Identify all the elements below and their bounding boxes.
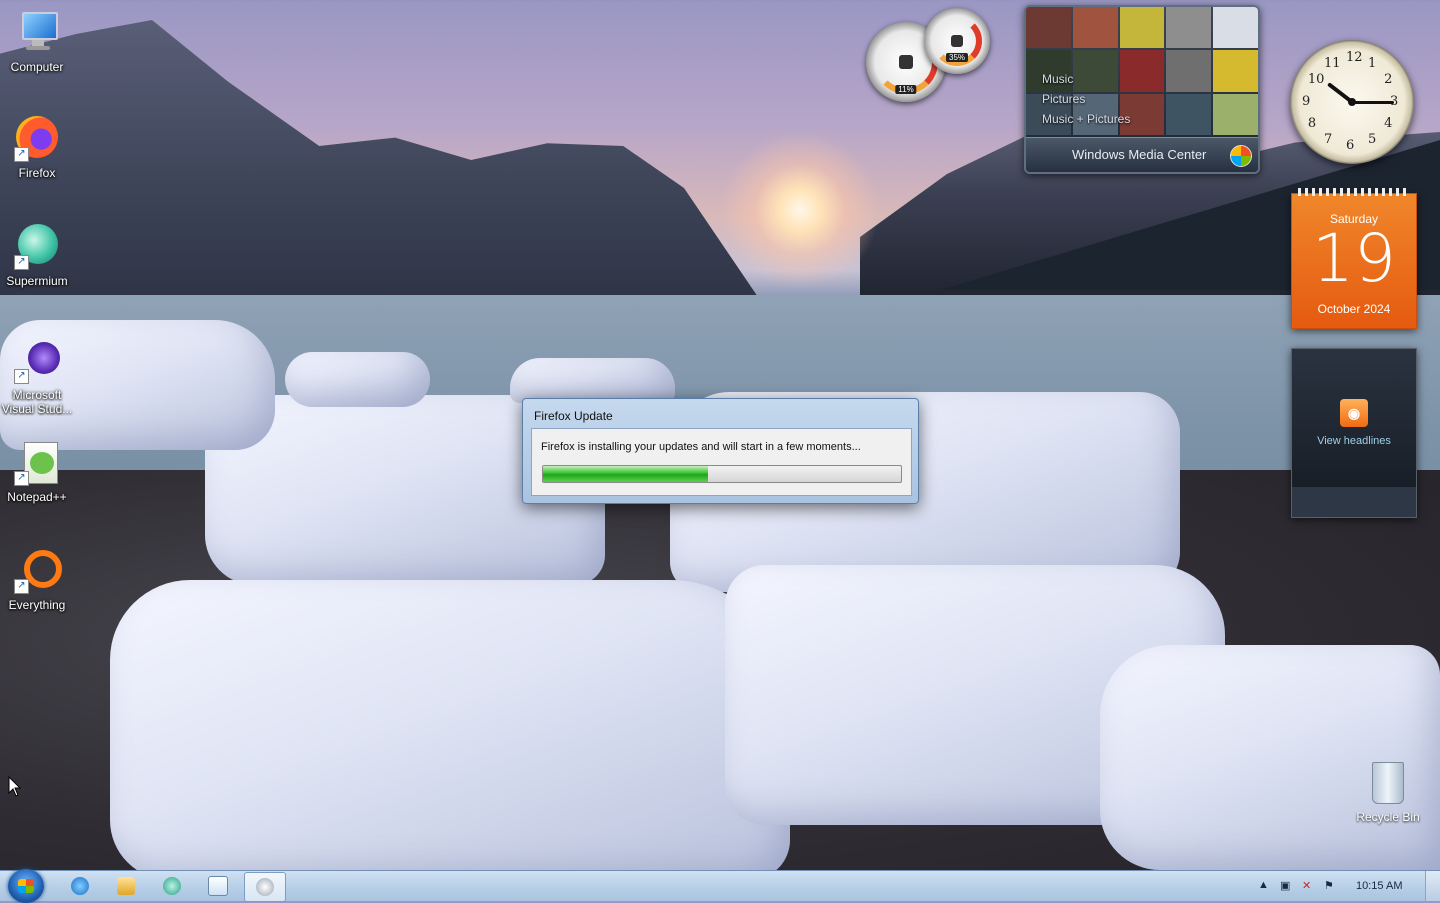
volume-muted-icon[interactable]: ✕ <box>1302 879 1311 892</box>
clock-number: 4 <box>1384 116 1393 131</box>
taskbar-firefox-updater[interactable] <box>244 872 286 902</box>
firefox-updater-icon <box>256 878 274 896</box>
windows-logo-icon <box>1230 145 1252 167</box>
everything-icon: ↗ <box>14 548 62 594</box>
notepad-plus-plus-icon: ↗ <box>14 440 60 486</box>
windows-explorer-icon <box>117 877 135 895</box>
mouse-cursor-icon <box>8 776 22 797</box>
media-center-title-bar[interactable]: Windows Media Center <box>1026 137 1258 172</box>
system-tray: ▲ ▣ ✕ ⚑ 10:15 AM <box>1250 871 1440 901</box>
taskbar-notepad[interactable] <box>198 872 238 900</box>
desktop-icon-label: Recycle Bin <box>1356 810 1420 824</box>
desktop-icon-everything[interactable]: ↗ Everything <box>0 548 77 612</box>
internet-explorer-icon <box>71 877 89 895</box>
feed-headlines-gadget[interactable]: ◉ View headlines <box>1291 348 1417 518</box>
dialog-title: Firefox Update <box>534 409 613 423</box>
desktop-icon-label: Firefox <box>18 166 56 180</box>
start-button[interactable] <box>8 869 44 903</box>
action-center-flag-icon[interactable]: ⚑ <box>1324 879 1334 892</box>
clock-gadget[interactable]: 12 1 2 3 4 5 6 7 8 9 10 11 <box>1290 40 1414 164</box>
taskbar-internet-explorer[interactable] <box>60 872 100 900</box>
clock-number: 10 <box>1307 72 1325 87</box>
calendar-day: 19 <box>1312 220 1396 297</box>
calendar-gadget[interactable]: Saturday 19 October 2024 <box>1291 188 1417 329</box>
desktop-icon-label: Everything <box>8 598 66 612</box>
clock-number: 12 <box>1346 50 1363 65</box>
desktop-icon-label: Notepad++ <box>7 490 67 504</box>
clock-number: 7 <box>1324 132 1333 148</box>
taskbar-clock[interactable]: 10:15 AM <box>1356 880 1402 892</box>
shortcut-arrow-icon: ↗ <box>14 579 29 594</box>
menu-item-music[interactable]: Music <box>1042 69 1130 89</box>
show-hidden-icons-icon[interactable]: ▲ <box>1258 879 1269 891</box>
clock-hub <box>1348 98 1356 106</box>
media-center-menu: Music Pictures Music + Pictures <box>1042 69 1130 129</box>
view-headlines-link[interactable]: View headlines <box>1292 435 1416 447</box>
supermium-icon <box>163 877 181 895</box>
desktop-icon-supermium[interactable]: ↗ Supermium <box>0 224 77 288</box>
desktop-icon-label: Computer <box>10 60 64 74</box>
shortcut-arrow-icon: ↗ <box>14 471 29 486</box>
cpu-icon <box>899 55 913 69</box>
clock-number: 9 <box>1302 94 1311 109</box>
windows-logo-icon <box>18 879 34 893</box>
shortcut-arrow-icon: ↗ <box>14 369 29 384</box>
desktop-icon-label: Microsoft Visual Stud... <box>1 388 73 416</box>
wallpaper-ice <box>110 580 790 880</box>
network-icon[interactable]: ▣ <box>1280 879 1290 892</box>
show-desktop-button[interactable] <box>1425 871 1440 901</box>
notepad-icon <box>208 876 228 896</box>
taskbar: ▲ ▣ ✕ ⚑ 10:15 AM <box>0 869 1440 903</box>
wallpaper-ice <box>285 352 430 407</box>
computer-icon <box>14 10 60 56</box>
memory-gauge: 35% <box>924 8 990 74</box>
clock-minute-hand <box>1352 100 1394 104</box>
taskbar-supermium[interactable] <box>152 872 192 900</box>
desktop-icon-notepad-plus-plus[interactable]: ↗ Notepad++ <box>0 440 77 504</box>
media-center-gadget[interactable]: Music Pictures Music + Pictures Windows … <box>1024 5 1260 174</box>
taskbar-windows-explorer[interactable] <box>106 872 146 900</box>
memory-icon <box>951 35 963 47</box>
menu-item-music-pictures[interactable]: Music + Pictures <box>1042 109 1130 129</box>
desktop-icon-firefox[interactable]: ↗ Firefox <box>0 116 77 180</box>
shortcut-arrow-icon: ↗ <box>14 147 29 162</box>
wallpaper-ice <box>1100 645 1440 870</box>
calendar-month-year: October 2024 <box>1317 302 1391 316</box>
progress-fill <box>543 466 708 482</box>
clock-number: 5 <box>1368 132 1377 148</box>
supermium-icon: ↗ <box>14 224 60 270</box>
clock-number: 2 <box>1384 72 1393 87</box>
menu-item-pictures[interactable]: Pictures <box>1042 89 1130 109</box>
firefox-icon: ↗ <box>14 116 60 162</box>
clock-number: 6 <box>1346 138 1355 153</box>
dialog-body: Firefox is installing your updates and w… <box>531 428 912 496</box>
rss-icon: ◉ <box>1340 399 1368 427</box>
calendar-rings <box>1298 188 1410 196</box>
clock-number: 11 <box>1324 55 1341 71</box>
media-center-title: Windows Media Center <box>1072 147 1207 162</box>
shortcut-arrow-icon: ↗ <box>14 255 29 270</box>
desktop-icon-visual-studio[interactable]: ↗ Microsoft Visual Stud... <box>0 338 77 416</box>
visual-studio-icon: ↗ <box>14 338 60 384</box>
wallpaper-sun <box>720 130 880 290</box>
firefox-update-dialog[interactable]: Firefox Update Firefox is installing you… <box>522 398 919 504</box>
recycle-bin-icon <box>1372 762 1404 804</box>
wallpaper-mountains-left <box>0 20 760 300</box>
update-progress-bar <box>542 465 902 483</box>
clock-number: 1 <box>1368 55 1377 71</box>
desktop-icon-label: Supermium <box>6 274 68 288</box>
clock-number: 8 <box>1307 116 1317 131</box>
memory-value: 35% <box>945 53 969 62</box>
cpu-value: 11% <box>895 85 917 94</box>
dialog-message: Firefox is installing your updates and w… <box>541 441 861 453</box>
wallpaper-ice <box>510 358 675 403</box>
desktop-icon-computer[interactable]: Computer <box>0 10 77 74</box>
desktop-icon-recycle-bin[interactable]: Recycle Bin <box>1350 762 1426 824</box>
